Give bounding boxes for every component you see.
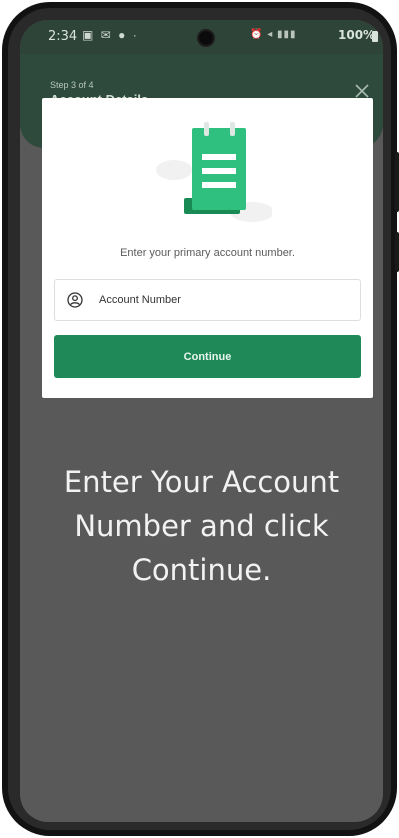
- caption-line-2: Number and click: [74, 509, 329, 543]
- volume-button: [395, 152, 399, 212]
- signal-icon: ▮▮▮: [277, 29, 297, 40]
- step-indicator: Step 3 of 4: [50, 80, 94, 90]
- screen: 2:34 ▣ ✉ ● · ⏰ ◂ ▮▮▮ 100% Step 3 of 4 Ac…: [20, 20, 383, 822]
- caption-line-1: Enter Your Account: [63, 465, 340, 499]
- continue-button[interactable]: Continue: [54, 335, 361, 378]
- notification-icons: ▣ ✉ ● ·: [82, 28, 139, 42]
- phone-frame: 2:34 ▣ ✉ ● · ⏰ ◂ ▮▮▮ 100% Step 3 of 4 Ac…: [2, 2, 399, 836]
- account-prompt: Enter your primary account number.: [120, 247, 295, 259]
- system-icons: ⏰ ◂ ▮▮▮: [250, 29, 297, 40]
- battery-icon: [372, 31, 378, 42]
- user-icon: [67, 292, 83, 308]
- account-card: Enter your primary account number. Conti…: [42, 98, 373, 398]
- account-number-input[interactable]: [99, 290, 339, 310]
- status-bar: 2:34 ▣ ✉ ● · ⏰ ◂ ▮▮▮ 100%: [20, 20, 383, 54]
- account-number-field: [54, 279, 361, 321]
- close-icon[interactable]: [355, 84, 369, 98]
- alarm-icon: ⏰: [250, 29, 264, 40]
- mail-icon: ✉: [100, 28, 113, 42]
- caption-line-3: Continue.: [131, 553, 272, 587]
- chat-icon: ●: [118, 28, 128, 42]
- camera-icon: [197, 29, 215, 47]
- gallery-icon: ▣: [82, 28, 96, 42]
- power-button: [395, 232, 399, 272]
- volume-icon: ◂: [267, 29, 274, 40]
- notepad-illustration: [156, 122, 272, 222]
- status-time: 2:34: [48, 29, 78, 44]
- instruction-caption: Enter Your Account Number and click Cont…: [20, 460, 383, 592]
- dot-icon: ·: [132, 28, 139, 42]
- battery-percent: 100%: [338, 28, 376, 42]
